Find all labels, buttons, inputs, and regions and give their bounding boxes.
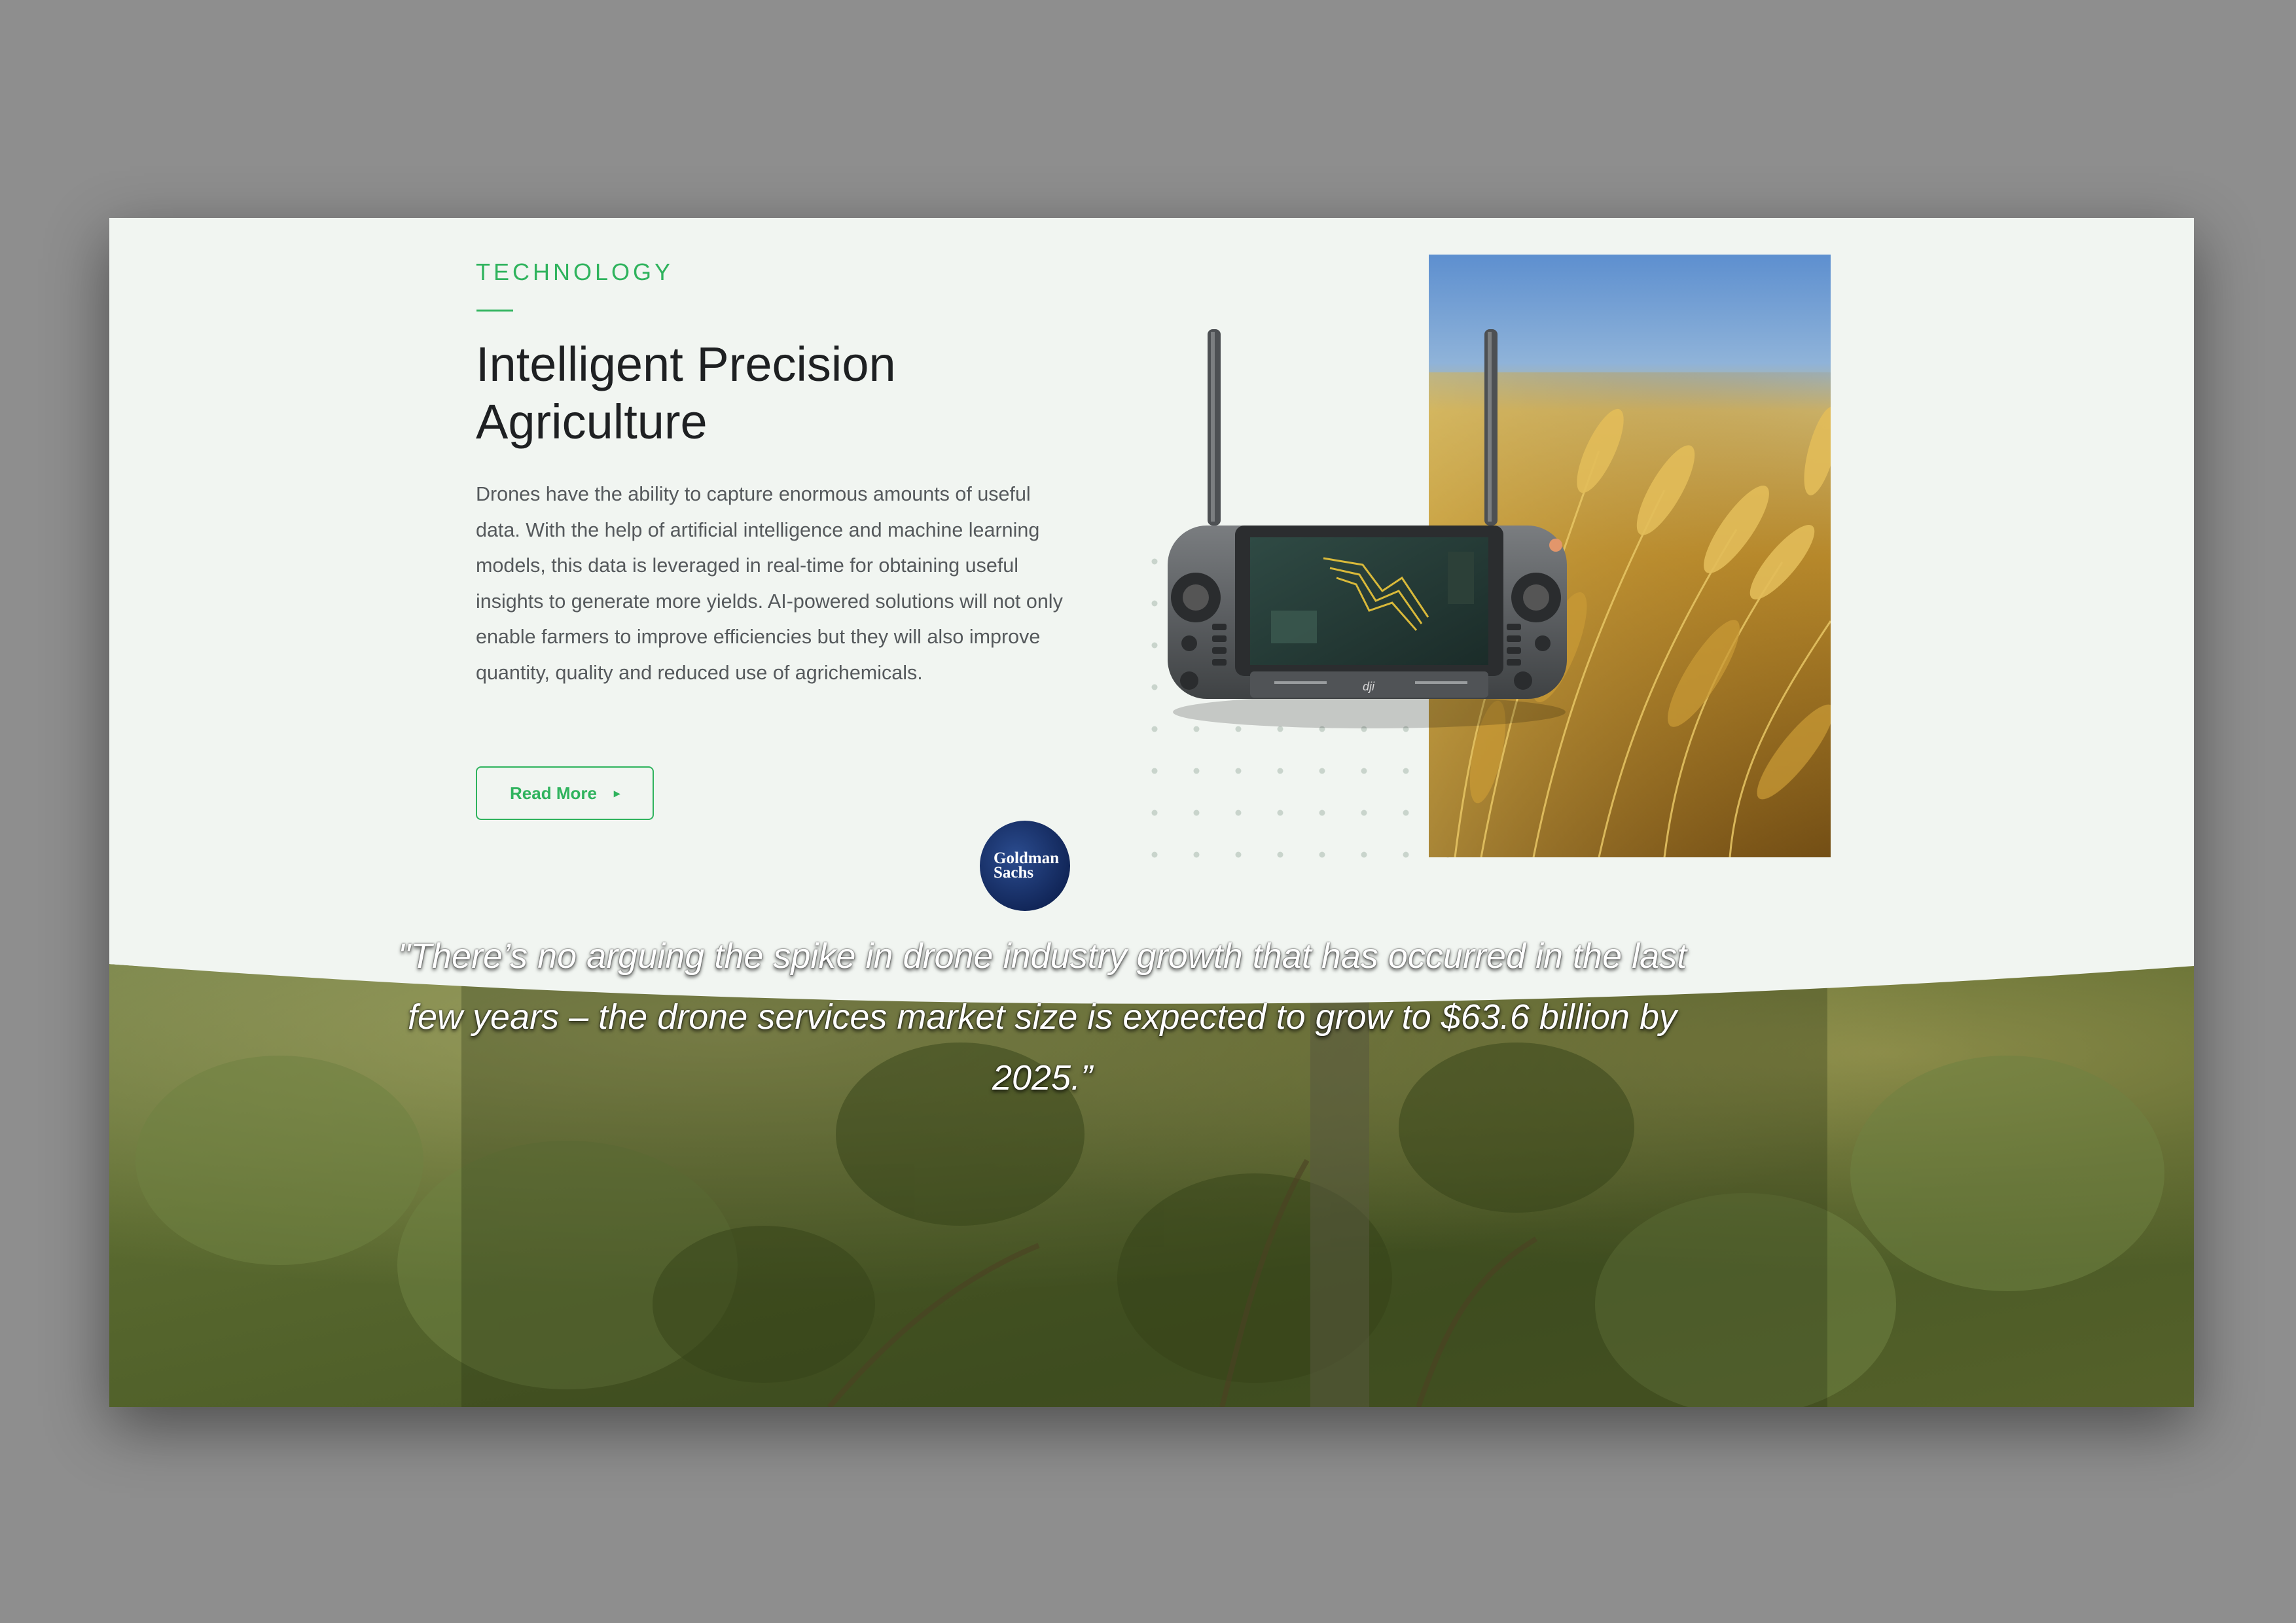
decor-dot bbox=[1151, 600, 1158, 607]
decor-dot bbox=[1235, 851, 1242, 858]
section-title-line1: Intelligent Precision bbox=[476, 337, 896, 391]
page-section: TECHNOLOGY Intelligent Precision Agricult… bbox=[109, 218, 2194, 1407]
decor-dot bbox=[1403, 851, 1409, 858]
section-title-line2: Agriculture bbox=[476, 395, 708, 449]
decor-dot bbox=[1151, 642, 1158, 649]
goldman-sachs-logo: Goldman Sachs bbox=[980, 821, 1070, 911]
decor-dot bbox=[1151, 810, 1158, 816]
section-body: Drones have the ability to capture enorm… bbox=[476, 483, 1063, 684]
eyebrow-divider bbox=[476, 310, 513, 312]
decor-dot bbox=[1151, 768, 1158, 774]
decor-dot bbox=[1277, 768, 1283, 774]
logo-text-line2: Sachs bbox=[994, 864, 1034, 882]
decor-dot bbox=[1319, 810, 1325, 816]
decor-dot bbox=[1277, 810, 1283, 816]
decor-dot bbox=[1361, 851, 1367, 858]
read-more-label: Read More bbox=[510, 783, 597, 803]
decor-dot bbox=[1361, 810, 1367, 816]
caret-right-icon: ▸ bbox=[613, 787, 620, 800]
decor-dot bbox=[1193, 768, 1200, 774]
decor-dot bbox=[1319, 851, 1325, 858]
decor-dot bbox=[1193, 810, 1200, 816]
drone-controller-image: dji bbox=[1168, 329, 1567, 728]
decor-dot bbox=[1403, 768, 1409, 774]
decor-dot bbox=[1151, 684, 1158, 690]
section-title: Intelligent Precision Agriculture bbox=[476, 336, 1065, 451]
decor-dot bbox=[1151, 558, 1158, 565]
read-more-button[interactable]: Read More ▸ bbox=[476, 766, 654, 820]
decor-dot bbox=[1319, 768, 1325, 774]
testimonial-quote: "There’s no arguing the spike in drone i… bbox=[397, 936, 1687, 1097]
svg-text:dji: dji bbox=[1363, 680, 1375, 693]
decor-dot bbox=[1151, 851, 1158, 858]
decor-dot bbox=[1193, 851, 1200, 858]
decor-dot bbox=[1235, 810, 1242, 816]
decor-dot bbox=[1361, 768, 1367, 774]
decor-dot bbox=[1151, 726, 1158, 732]
decor-dot bbox=[1403, 810, 1409, 816]
section-eyebrow: TECHNOLOGY bbox=[476, 259, 674, 285]
decor-dot bbox=[1277, 851, 1283, 858]
decor-dot bbox=[1235, 768, 1242, 774]
